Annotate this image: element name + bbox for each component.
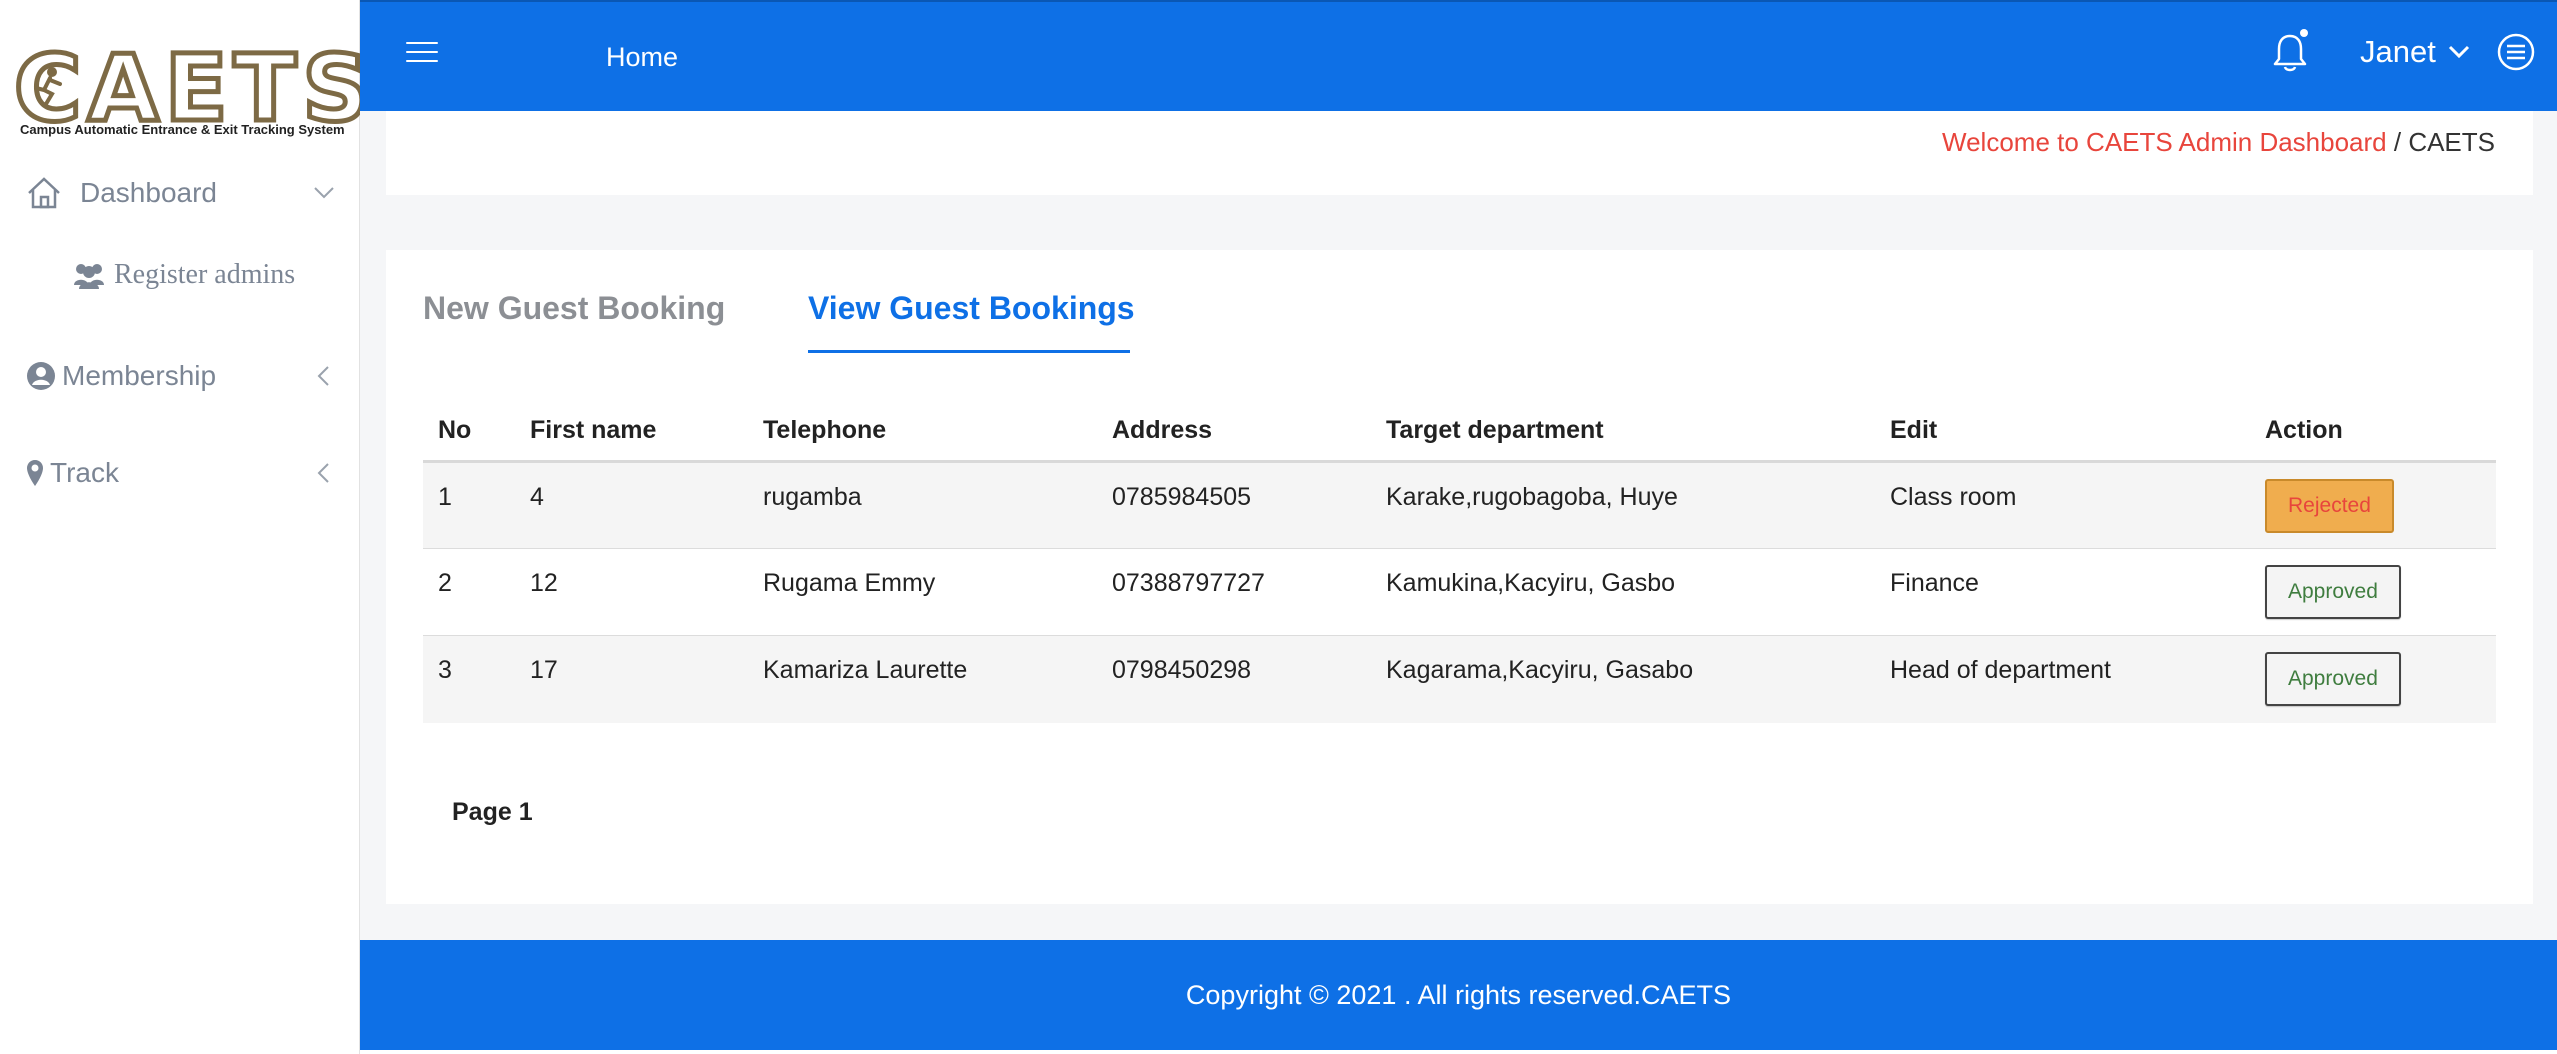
cell-target-department: Kagarama,Kacyiru, Gasabo [1371, 635, 1875, 723]
cell-address: 0798450298 [1097, 635, 1371, 723]
guest-bookings-table: No First name Telephone Address Target d… [423, 400, 2496, 723]
table-row: 1 4 rugamba 0785984505 Karake,rugobagoba… [423, 461, 2496, 549]
cell-no: 1 [423, 461, 515, 549]
column-header: Target department [1371, 400, 1875, 463]
column-header: Action [2250, 400, 2496, 463]
cell-no: 2 [423, 548, 515, 636]
approved-button[interactable]: Approved [2265, 565, 2401, 619]
cell-first-name: 4 [515, 461, 748, 549]
map-marker-icon [26, 459, 50, 487]
hamburger-menu-icon[interactable] [406, 42, 438, 66]
list-menu-icon[interactable] [2496, 32, 2536, 72]
column-header: No [423, 400, 515, 463]
cell-target-department: Karake,rugobagoba, Huye [1371, 461, 1875, 549]
rejected-button[interactable]: Rejected [2265, 479, 2394, 533]
cell-address: 07388797727 [1097, 548, 1371, 636]
sidebar: CAETS Campus Automatic Entrance & Exit T… [0, 0, 372, 1054]
bookings-card: New Guest Booking View Guest Bookings No… [386, 250, 2533, 904]
column-header: Edit [1875, 400, 2250, 463]
logo-text: CAETS [12, 35, 375, 142]
sidebar-item-label: Membership [62, 360, 217, 391]
cell-action: Rejected [2250, 461, 2496, 549]
cell-target-department: Kamukina,Kacyiru, Gasbo [1371, 548, 1875, 636]
user-name: Janet [2360, 34, 2436, 69]
column-header: First name [515, 400, 748, 463]
cell-action: Approved [2250, 635, 2496, 723]
chevron-left-icon [312, 365, 336, 387]
breadcrumb: Welcome to CAETS Admin Dashboard / CAETS [1942, 127, 2495, 158]
table-header-row: No First name Telephone Address Target d… [423, 400, 2496, 463]
user-circle-icon [26, 361, 62, 391]
tab-new-guest-booking[interactable]: New Guest Booking [423, 290, 725, 327]
cell-telephone: rugamba [748, 461, 1097, 549]
cell-address: 0785984505 [1097, 461, 1371, 549]
column-header: Address [1097, 400, 1371, 463]
top-navbar: Home Janet [360, 0, 2557, 111]
sidebar-item-label: Dashboard [80, 177, 217, 208]
approved-button[interactable]: Approved [2265, 652, 2401, 706]
active-tab-indicator [808, 350, 1130, 353]
cell-edit: Finance [1875, 548, 2250, 636]
sidebar-item-membership[interactable]: Membership [26, 349, 336, 403]
home-link[interactable]: Home [606, 42, 678, 73]
table-row: 3 17 Kamariza Laurette 0798450298 Kagara… [423, 635, 2496, 723]
tab-view-guest-bookings[interactable]: View Guest Bookings [808, 290, 1135, 327]
cell-first-name: 12 [515, 548, 748, 636]
cell-first-name: 17 [515, 635, 748, 723]
caets-logo[interactable]: CAETS Campus Automatic Entrance & Exit T… [12, 40, 372, 144]
breadcrumb-card: Welcome to CAETS Admin Dashboard / CAETS [386, 111, 2533, 195]
sidebar-item-label: Track [50, 457, 119, 488]
table-row: 2 12 Rugama Emmy 07388797727 Kamukina,Ka… [423, 548, 2496, 636]
column-header: Telephone [748, 400, 1097, 463]
home-icon [26, 176, 66, 210]
breadcrumb-separator: / [2386, 127, 2409, 157]
pagination-label[interactable]: Page 1 [452, 798, 533, 827]
runner-icon [32, 66, 66, 116]
cell-edit: Class room [1875, 461, 2250, 549]
cell-telephone: Rugama Emmy [748, 548, 1097, 636]
chevron-left-icon [312, 462, 336, 484]
users-icon [72, 261, 106, 289]
breadcrumb-link[interactable]: Welcome to CAETS Admin Dashboard [1942, 127, 2387, 157]
cell-no: 3 [423, 635, 515, 723]
notification-bell-icon[interactable] [2270, 28, 2310, 74]
sidebar-item-label: Register admins [114, 259, 296, 290]
logo-subtitle: Campus Automatic Entrance & Exit Trackin… [20, 122, 345, 137]
sidebar-item-register-admins[interactable]: Register admins [72, 250, 295, 300]
sidebar-item-dashboard[interactable]: Dashboard [26, 166, 336, 220]
copyright-text: Copyright © 2021 . All rights reserved.C… [1185, 979, 1732, 1010]
cell-telephone: Kamariza Laurette [748, 635, 1097, 723]
chevron-down-icon [312, 186, 336, 200]
footer: Copyright © 2021 . All rights reserved.C… [360, 940, 2557, 1050]
sidebar-item-track[interactable]: Track [26, 446, 336, 500]
chevron-down-icon [2448, 45, 2470, 59]
user-menu[interactable]: Janet [2360, 34, 2470, 70]
cell-action: Approved [2250, 548, 2496, 636]
breadcrumb-current: CAETS [2408, 127, 2495, 157]
cell-edit: Head of department [1875, 635, 2250, 723]
